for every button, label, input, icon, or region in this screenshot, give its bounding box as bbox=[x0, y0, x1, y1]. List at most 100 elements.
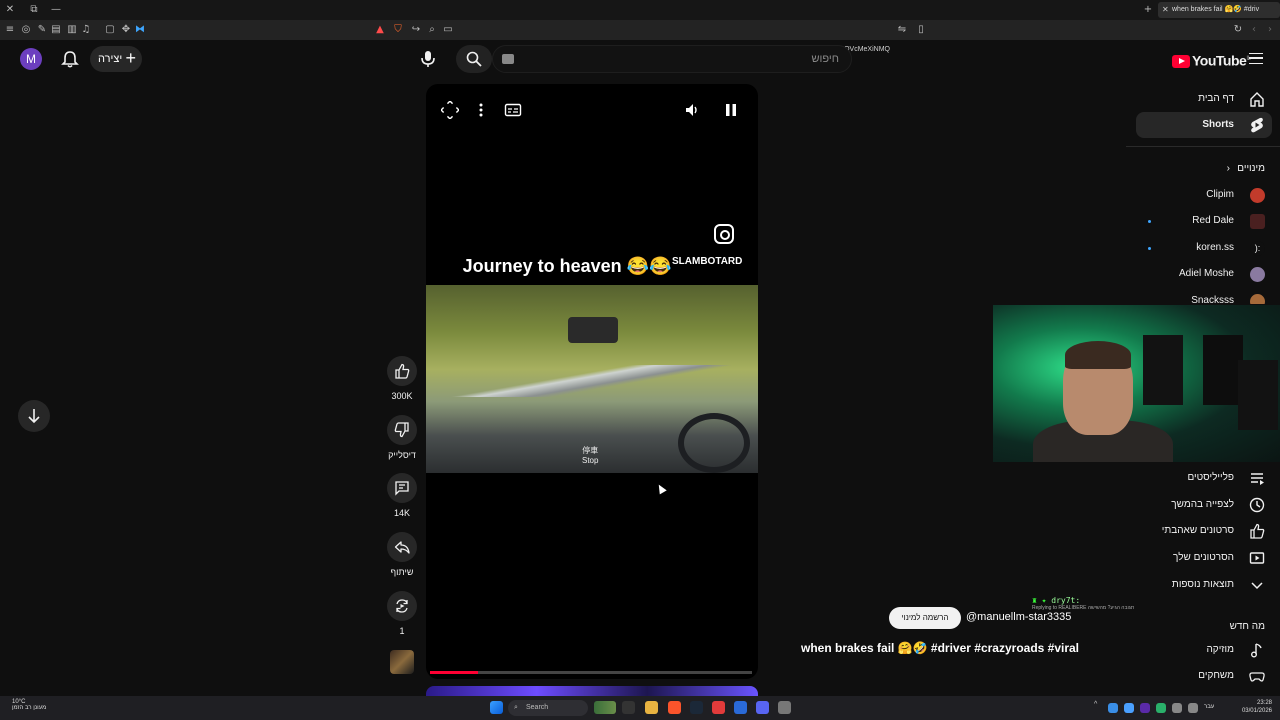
tray-icon[interactable] bbox=[1140, 703, 1150, 713]
search-input[interactable]: חיפוש bbox=[492, 45, 852, 73]
steam-icon[interactable] bbox=[690, 701, 703, 714]
speaker-icon[interactable] bbox=[1188, 703, 1198, 713]
puzzle-icon[interactable]: ✥ bbox=[120, 24, 132, 36]
screenshot-icon[interactable]: ▭ bbox=[442, 24, 454, 36]
dislike-action[interactable]: דיסלייק bbox=[386, 415, 418, 460]
sidebar-icon[interactable]: ▤ bbox=[50, 24, 62, 36]
window-minimize-icon[interactable]: — bbox=[50, 4, 62, 16]
menu-icon[interactable]: ≡ bbox=[4, 24, 16, 36]
captions-icon[interactable] bbox=[504, 101, 522, 119]
sound-thumbnail[interactable] bbox=[390, 650, 414, 674]
progress-bar[interactable] bbox=[430, 671, 752, 674]
tray-icon[interactable] bbox=[1124, 703, 1134, 713]
share-page-icon[interactable]: ↪ bbox=[410, 24, 422, 36]
remix-button[interactable] bbox=[387, 591, 417, 621]
app-icon[interactable] bbox=[712, 701, 725, 714]
comments-button[interactable] bbox=[387, 473, 417, 503]
create-button[interactable]: יצירה + bbox=[90, 46, 142, 72]
remix-action[interactable]: 1 bbox=[386, 591, 418, 636]
zoom-icon[interactable]: ⌕ bbox=[426, 24, 438, 36]
discord-icon[interactable] bbox=[756, 701, 769, 714]
fullscreen-icon[interactable] bbox=[441, 101, 459, 119]
account-avatar[interactable]: M bbox=[20, 48, 42, 70]
browser-title-bar: ✕ ⧉ — + ✕ when brakes fail 🤗🤣 #driv bbox=[0, 0, 1280, 20]
volume-icon[interactable] bbox=[684, 101, 702, 119]
sidebar-item-watch-later[interactable]: לצפייה בהמשך bbox=[1130, 492, 1280, 518]
tab-close-icon[interactable]: ✕ bbox=[1162, 2, 1169, 18]
thumb-up-icon bbox=[1250, 523, 1265, 539]
weather-widget[interactable]: 10°C מעונן רב הזמן bbox=[12, 699, 46, 711]
shorts-player[interactable]: Journey to heaven 😂😂 SLAMBOTARD 停車 Stop bbox=[426, 84, 758, 679]
video-frame[interactable]: 停車 Stop bbox=[426, 285, 758, 473]
sidebar-item-gaming[interactable]: משחקים bbox=[1130, 663, 1280, 689]
next-short-preview[interactable] bbox=[426, 686, 758, 696]
taskbar-clock[interactable]: 23:28 03/01/2026 bbox=[1228, 699, 1272, 715]
brave-rewards-icon[interactable]: ▲ bbox=[374, 24, 386, 36]
share-button[interactable] bbox=[387, 532, 417, 562]
window-close-icon[interactable]: ✕ bbox=[4, 4, 16, 16]
like-action[interactable]: 300K bbox=[386, 356, 418, 401]
more-options-icon[interactable] bbox=[472, 101, 490, 119]
bookmark-icon[interactable]: ▯ bbox=[915, 24, 927, 36]
back-icon[interactable]: ‹ bbox=[1248, 24, 1260, 36]
forward-icon[interactable]: › bbox=[1264, 24, 1276, 36]
subscribe-button[interactable]: הרשמה למינוי bbox=[889, 607, 961, 629]
reload-icon[interactable]: ↻ bbox=[1232, 24, 1244, 36]
widgets-icon[interactable] bbox=[594, 701, 616, 714]
sidebar-sub-red-dale[interactable]: Red Dale bbox=[1130, 208, 1280, 234]
task-view-icon[interactable] bbox=[622, 701, 635, 714]
window-restore-icon[interactable]: ⧉ bbox=[28, 4, 40, 16]
settings-icon[interactable] bbox=[778, 701, 791, 714]
sidebar-sub-snacksss[interactable]: Snacksss bbox=[1130, 288, 1280, 304]
brave-browser-icon[interactable] bbox=[668, 701, 681, 714]
tray-expand-icon[interactable]: ^ bbox=[1094, 701, 1102, 714]
brave-shield-icon[interactable]: ⛉ bbox=[392, 24, 404, 36]
sidebar-item-your-videos[interactable]: הסרטונים שלך bbox=[1130, 545, 1280, 571]
share-action[interactable]: שיתוף bbox=[386, 532, 418, 577]
youtube-logo[interactable]: YouTubeIL bbox=[1172, 51, 1251, 69]
next-short-button[interactable] bbox=[18, 400, 50, 432]
sidebar-item-playlists[interactable]: פלייליסטים bbox=[1130, 465, 1280, 491]
dislike-button[interactable] bbox=[387, 415, 417, 445]
pen-icon[interactable]: ✎ bbox=[36, 24, 48, 36]
comments-action[interactable]: 14K bbox=[386, 473, 418, 518]
pause-icon[interactable] bbox=[722, 101, 740, 119]
windows-start-icon[interactable] bbox=[490, 701, 503, 714]
taskbar-search[interactable]: ⌕ Search bbox=[508, 700, 588, 716]
guide-menu-icon[interactable] bbox=[1249, 53, 1263, 64]
shield-icon[interactable]: ◎ bbox=[20, 24, 32, 36]
video-caption[interactable]: when brakes fail 🤗🤣 #driver #crazyroads … bbox=[801, 641, 1079, 655]
language-indicator[interactable]: עבר bbox=[1204, 704, 1214, 710]
network-icon[interactable] bbox=[1172, 703, 1182, 713]
chat-username: ♜ ✦ dry7t: bbox=[1032, 596, 1080, 605]
sidebar-item-home[interactable]: דף הבית bbox=[1130, 86, 1280, 112]
file-explorer-icon[interactable] bbox=[645, 701, 658, 714]
channel-handle[interactable]: @manuellm-star3335 bbox=[966, 611, 1071, 623]
voice-search-icon[interactable] bbox=[416, 47, 440, 71]
sidebar-item-label: משחקים bbox=[1198, 670, 1234, 681]
app-icon[interactable] bbox=[734, 701, 747, 714]
active-tab[interactable]: ✕ when brakes fail 🤗🤣 #driv bbox=[1158, 2, 1280, 18]
notifications-bell-icon[interactable] bbox=[60, 49, 80, 69]
tray-icon[interactable] bbox=[1156, 703, 1166, 713]
sidebar-item-music[interactable]: מוזיקה bbox=[1130, 637, 1280, 663]
browser-toolbar: ≡ ◎ ✎ ▤ ▥ ♫ ▢ ✥ ⧓ ▲ ⛉ ↪ ⌕ ▭ youtube.com/… bbox=[0, 20, 1280, 53]
subscriptions-heading[interactable]: מינויים › bbox=[1130, 156, 1280, 182]
new-tab-icon[interactable]: + bbox=[1142, 4, 1154, 16]
sidebar-sub-koren[interactable]: koren.ss ): bbox=[1130, 235, 1280, 261]
sidebar-sub-clipim[interactable]: Clipim bbox=[1130, 182, 1280, 208]
sidebar-item-liked-videos[interactable]: סרטונים שאהבתי bbox=[1130, 518, 1280, 544]
music-note-icon[interactable]: ♫ bbox=[80, 24, 92, 36]
keyboard-icon[interactable] bbox=[502, 54, 514, 64]
panel-icon[interactable]: ▥ bbox=[66, 24, 78, 36]
extension-icon[interactable]: ⧓ bbox=[134, 24, 146, 36]
tune-icon[interactable]: ⇋ bbox=[896, 24, 908, 36]
sidebar-item-show-more[interactable]: תוצאות נוספות bbox=[1130, 572, 1280, 598]
tabs-icon[interactable]: ▢ bbox=[104, 24, 116, 36]
tray-icon[interactable] bbox=[1108, 703, 1118, 713]
sidebar-sub-adiel-moshe[interactable]: Adiel Moshe bbox=[1130, 261, 1280, 287]
sidebar-item-shorts[interactable]: Shorts bbox=[1136, 112, 1272, 138]
search-button[interactable] bbox=[456, 45, 492, 73]
like-button[interactable] bbox=[387, 356, 417, 386]
channel-avatar bbox=[1250, 188, 1265, 203]
